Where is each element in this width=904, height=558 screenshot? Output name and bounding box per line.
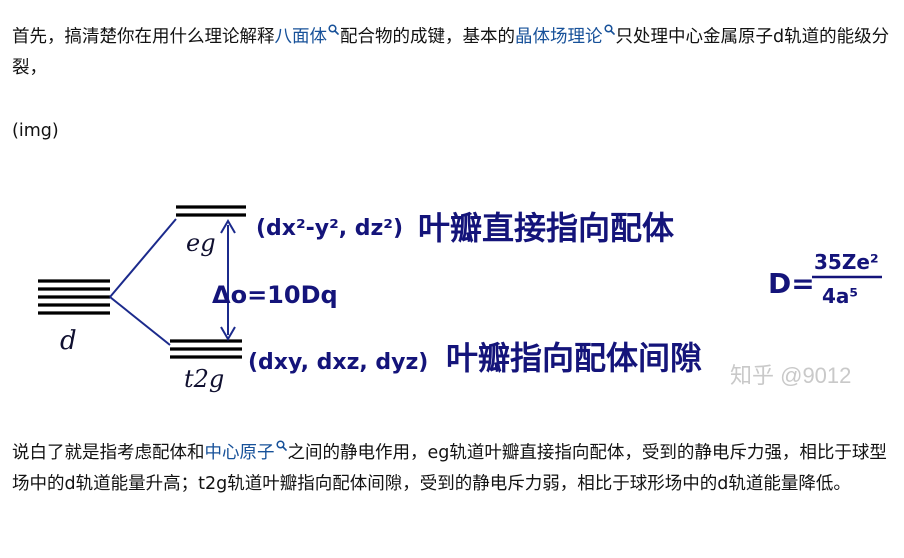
link-octahedral[interactable]: 八面体 [275,27,328,47]
intro-paragraph: 首先，搞清楚你在用什么理论解释八面体 配合物的成键，基本的晶体场理论 只处理中心金属… [12,22,892,84]
search-icon[interactable] [603,24,615,35]
link-crystal-field-theory[interactable]: 晶体场理论 [515,27,603,47]
formula-lhs: D= [768,267,815,300]
d-level-lines [38,279,110,315]
intro-text-a: 首先，搞清楚你在用什么理论解释 [12,27,275,47]
eg-orbitals-label: (dx²-y², dz²) [256,216,403,241]
t2g-level-lines [170,339,242,359]
zhihu-watermark: 知乎 @9012 [730,363,851,388]
formula-numerator: 35Ze² [814,250,879,274]
t2g-lobe-note: 叶瓣指向配体间隙 [446,339,702,377]
delta-o-label: Δo=10Dq [212,281,338,309]
search-icon[interactable] [275,440,287,451]
image-placeholder: (img) [12,121,59,141]
link-central-atom[interactable]: 中心原子 [205,443,275,463]
search-icon[interactable] [328,24,339,35]
explanation-paragraph: 说白了就是指考虑配体和中心原子 之间的静电作用，eg轨道叶瓣直接指向配体，受到的静… [12,438,892,500]
explanation-text-a: 说白了就是指考虑配体和 [12,443,205,463]
eg-level-lines [176,205,246,217]
intro-text-b: 配合物的成键，基本的 [340,27,515,47]
t2g-label: t2g [184,365,224,393]
formula-denominator: 4a⁵ [822,284,858,308]
split-line-down [109,296,171,346]
eg-label: eg [186,229,216,257]
t2g-orbitals-label: (dxy, dxz, dyz) [248,350,428,375]
split-line-up [109,218,177,298]
d-level-label: d [60,326,77,356]
dq-formula: D= 35Ze² 4a⁵ [768,250,882,308]
eg-lobe-note: 叶瓣直接指向配体 [418,209,674,247]
crystal-field-splitting-diagram: d eg t2g Δo=10Dq (dx²-y², dz²) 叶瓣直接指向配体 … [38,205,882,393]
